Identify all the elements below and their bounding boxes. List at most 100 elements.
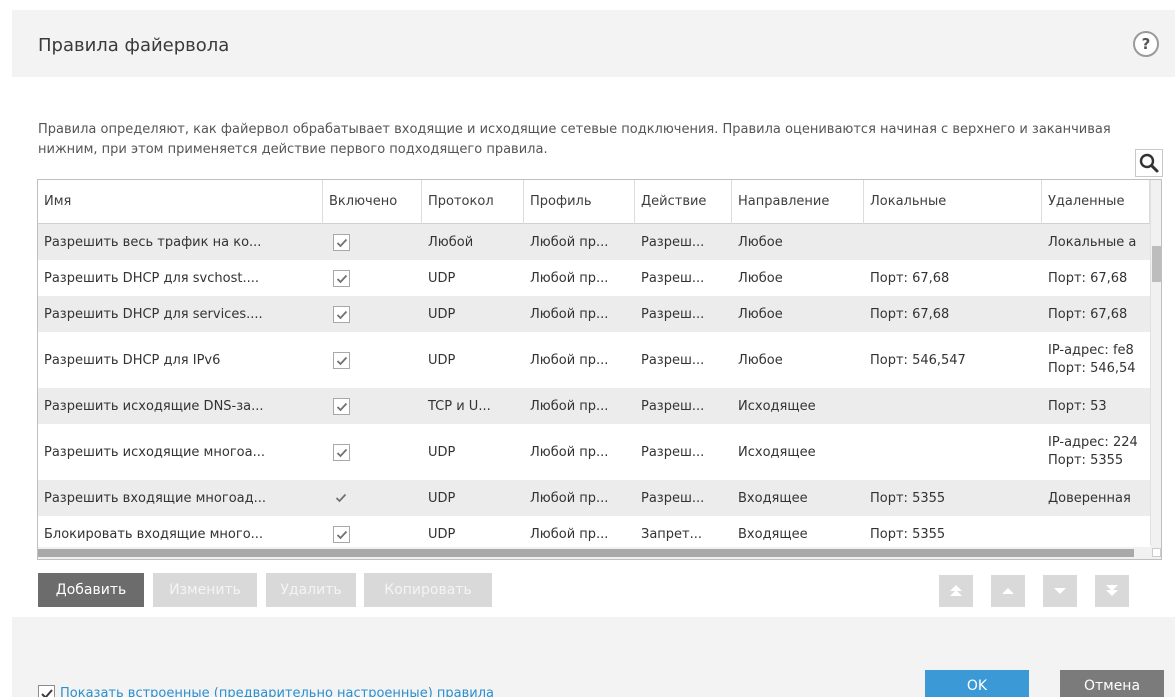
cell-remote: Локальные а xyxy=(1048,234,1137,250)
rules-table: Имя Включено Протокол Профиль Действие Направ… xyxy=(37,179,1162,560)
enabled-checkbox[interactable] xyxy=(333,525,350,543)
enabled-checkbox[interactable] xyxy=(333,443,350,461)
vertical-scrollbar[interactable] xyxy=(1150,180,1161,545)
enabled-checkbox[interactable] xyxy=(333,351,350,369)
cell-direction: Любое xyxy=(738,352,783,368)
checkmark-icon xyxy=(41,689,53,697)
enabled-checkbox[interactable] xyxy=(333,269,350,287)
horizontal-scroll-thumb[interactable] xyxy=(38,549,1134,557)
cell-profile: Любой пр... xyxy=(530,306,609,322)
cell-protocol: Любой xyxy=(428,234,474,250)
header-col-enabled[interactable]: Включено xyxy=(323,180,422,224)
move-top-icon xyxy=(950,585,962,596)
table-row[interactable]: Разрешить DHCP для services.... UDP Любой … xyxy=(38,296,1150,332)
cell-remote: Порт: 67,68 xyxy=(1048,306,1128,322)
scrollbar-corner xyxy=(1150,545,1161,559)
cell-remote: IP-адрес: 224 Порт: 5355 xyxy=(1048,435,1138,468)
cell-remote: IP-адрес: fe8 Порт: 546,54 xyxy=(1048,343,1136,376)
table-row[interactable]: Разрешить DHCP для IPv6 UDP Любой пр... Раз… xyxy=(38,332,1150,388)
move-up-button[interactable] xyxy=(991,575,1025,607)
cell-action: Разреш... xyxy=(641,398,705,414)
table-header: Имя Включено Протокол Профиль Действие Направ… xyxy=(38,180,1150,224)
table-row[interactable]: Разрешить весь трафик на ко... Любой Любой… xyxy=(38,224,1150,260)
header-col-remote[interactable]: Удаленные xyxy=(1042,180,1150,224)
cell-enabled[interactable] xyxy=(323,388,422,424)
dialog-header: Правила файервола ? xyxy=(12,10,1175,77)
cell-enabled[interactable] xyxy=(323,260,422,296)
cell-profile: Любой пр... xyxy=(530,234,609,250)
horizontal-scrollbar[interactable] xyxy=(38,547,1150,559)
cell-local xyxy=(864,224,1042,260)
enabled-checkbox[interactable] xyxy=(333,490,350,507)
cell-local: Порт: 67,68 xyxy=(870,306,950,322)
header-col-local[interactable]: Локальные xyxy=(864,180,1042,224)
enabled-checkbox[interactable] xyxy=(333,305,350,323)
rules-description: Правила определяют, как файервол обрабат… xyxy=(38,122,1111,157)
move-top-button[interactable] xyxy=(939,575,973,607)
show-builtin-checkbox[interactable] xyxy=(38,685,55,697)
checkmark-icon xyxy=(336,402,348,411)
move-down-button[interactable] xyxy=(1043,575,1077,607)
ok-button[interactable]: OK xyxy=(925,670,1029,697)
cell-protocol: UDP xyxy=(428,270,456,286)
edit-button[interactable]: Изменить xyxy=(153,573,257,607)
table-row[interactable]: Разрешить исходящие DNS-за... TCP и U... Л… xyxy=(38,388,1150,424)
search-icon xyxy=(1139,153,1159,173)
show-builtin-label[interactable]: Показать встроенные (предварительно наст… xyxy=(60,685,494,697)
cell-enabled[interactable] xyxy=(323,332,422,388)
cell-action: Разреш... xyxy=(641,234,705,250)
cell-name: Разрешить DHCP для IPv6 xyxy=(44,352,221,368)
add-button[interactable]: Добавить xyxy=(38,573,144,607)
cell-enabled[interactable] xyxy=(323,224,422,260)
checkmark-icon xyxy=(336,310,348,319)
header-col-name[interactable]: Имя xyxy=(38,180,323,224)
cell-action: Разреш... xyxy=(641,352,705,368)
header-col-direction[interactable]: Направление xyxy=(732,180,864,224)
cancel-button[interactable]: Отмена xyxy=(1060,670,1164,697)
cell-action: Разреш... xyxy=(641,270,705,286)
move-bottom-icon xyxy=(1106,585,1118,596)
cell-name: Разрешить исходящие многоа... xyxy=(44,444,265,460)
cell-protocol: UDP xyxy=(428,490,456,506)
help-icon[interactable]: ? xyxy=(1133,31,1159,57)
cell-protocol: UDP xyxy=(428,306,456,322)
cell-local: Порт: 5355 xyxy=(870,490,946,506)
dialog-title: Правила файервола xyxy=(38,35,230,56)
cell-enabled[interactable] xyxy=(323,424,422,480)
cell-profile: Любой пр... xyxy=(530,444,609,460)
cell-remote: Доверенная xyxy=(1048,490,1131,506)
enabled-checkbox[interactable] xyxy=(333,233,350,251)
table-row[interactable]: Разрешить исходящие многоа... UDP Любой пр… xyxy=(38,424,1150,480)
enabled-checkbox[interactable] xyxy=(333,397,350,415)
checkmark-icon xyxy=(336,448,348,457)
checkmark-icon xyxy=(336,530,348,539)
cell-action: Разреш... xyxy=(641,306,705,322)
cell-protocol: UDP xyxy=(428,352,456,368)
cell-profile: Любой пр... xyxy=(530,352,609,368)
copy-button[interactable]: Копировать xyxy=(364,573,492,607)
cell-name: Разрешить DHCP для services.... xyxy=(44,306,263,322)
cell-direction: Входящее xyxy=(738,490,808,506)
table-row[interactable]: Разрешить входящие многоад... UDP Любой пр… xyxy=(38,480,1150,516)
cell-enabled[interactable] xyxy=(323,480,422,516)
cell-action: Разреш... xyxy=(641,444,705,460)
header-col-protocol[interactable]: Протокол xyxy=(422,180,524,224)
cell-local: Порт: 546,547 xyxy=(870,352,966,368)
cell-enabled[interactable] xyxy=(323,296,422,332)
search-button[interactable] xyxy=(1135,149,1163,177)
cell-direction: Любое xyxy=(738,234,783,250)
cell-profile: Любой пр... xyxy=(530,270,609,286)
move-bottom-button[interactable] xyxy=(1095,575,1129,607)
table-row[interactable]: Разрешить DHCP для svchost.... UDP Любой п… xyxy=(38,260,1150,296)
header-col-action[interactable]: Действие xyxy=(635,180,732,224)
delete-button[interactable]: Удалить xyxy=(266,573,356,607)
checkmark-icon xyxy=(336,356,348,365)
header-col-profile[interactable]: Профиль xyxy=(524,180,635,224)
cell-remote: Порт: 67,68 xyxy=(1048,270,1128,286)
vertical-scroll-thumb[interactable] xyxy=(1152,246,1161,282)
cell-name: Разрешить входящие многоад... xyxy=(44,490,267,506)
cell-action: Разреш... xyxy=(641,490,705,506)
checkmark-icon xyxy=(335,493,347,502)
cell-profile: Любой пр... xyxy=(530,398,609,414)
cell-local xyxy=(864,424,1042,480)
